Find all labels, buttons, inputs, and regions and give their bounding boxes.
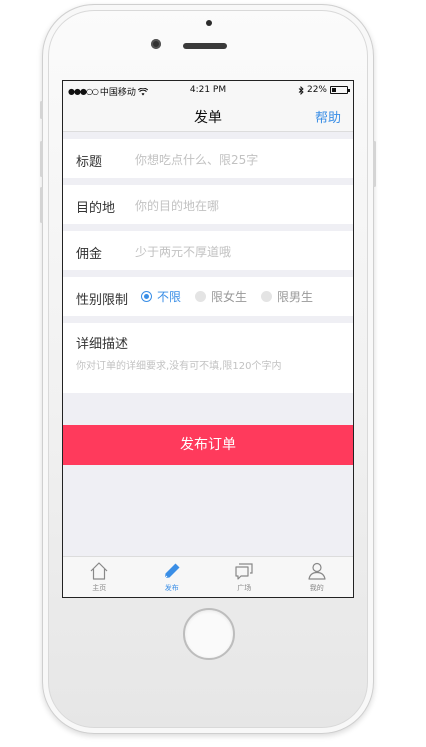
description-label: 详细描述 bbox=[76, 337, 129, 352]
fee-label: 佣金 bbox=[76, 247, 103, 262]
volume-down-button bbox=[40, 187, 43, 223]
user-icon bbox=[308, 562, 326, 580]
page-title: 发单 bbox=[194, 110, 222, 126]
title-label: 标题 bbox=[76, 155, 103, 170]
fee-input[interactable]: 少于两元不厚道哦 bbox=[135, 243, 231, 260]
gender-field: 性别限制 不限 限女生 限男生 bbox=[63, 277, 353, 316]
earpiece-speaker bbox=[183, 43, 227, 49]
radio-unselected-icon bbox=[261, 291, 273, 302]
description-input[interactable]: 你对订单的详细要求,没有可不填,限120个字内 bbox=[76, 357, 281, 372]
front-camera bbox=[151, 39, 161, 49]
radio-selected-icon bbox=[141, 291, 152, 302]
tab-publish[interactable]: 发布 bbox=[136, 557, 209, 597]
fee-field[interactable]: 佣金 少于两元不厚道哦 bbox=[63, 231, 353, 270]
description-field[interactable]: 详细描述 你对订单的详细要求,没有可不填,限120个字内 bbox=[63, 323, 353, 393]
battery-icon bbox=[330, 86, 350, 94]
destination-label: 目的地 bbox=[76, 201, 116, 216]
submit-order-button[interactable]: 发布订单 bbox=[63, 425, 353, 465]
battery-percent: 22% bbox=[306, 85, 327, 95]
tab-mine[interactable]: 我的 bbox=[281, 557, 354, 597]
help-button[interactable]: 帮助 bbox=[315, 107, 341, 126]
gender-option-label: 不限 bbox=[157, 290, 182, 304]
tab-home[interactable]: 主页 bbox=[63, 557, 136, 597]
gender-option-label: 限男生 bbox=[277, 290, 314, 304]
destination-field[interactable]: 目的地 你的目的地在哪 bbox=[63, 185, 353, 224]
radio-unselected-icon bbox=[195, 291, 207, 302]
home-icon bbox=[90, 562, 108, 580]
gender-option-any[interactable]: 不限 bbox=[141, 288, 181, 305]
nav-bar: 发单 帮助 bbox=[63, 99, 353, 132]
tab-label: 发布 bbox=[164, 584, 179, 592]
title-field[interactable]: 标题 你想吃点什么、限25字 bbox=[63, 139, 353, 178]
gender-radio-group: 不限 限女生 限男生 bbox=[141, 288, 313, 305]
title-input[interactable]: 你想吃点什么、限25字 bbox=[135, 151, 258, 168]
gender-label: 性别限制 bbox=[76, 293, 129, 308]
destination-input[interactable]: 你的目的地在哪 bbox=[135, 197, 219, 214]
battery-level bbox=[332, 88, 336, 92]
tab-square[interactable]: 广场 bbox=[208, 557, 281, 597]
tab-label: 主页 bbox=[92, 584, 107, 592]
tab-label: 广场 bbox=[237, 584, 252, 592]
power-button bbox=[373, 141, 376, 187]
proximity-sensor bbox=[206, 20, 212, 26]
tab-label: 我的 bbox=[309, 584, 324, 592]
app-screen: ●●●○○ 中国移动 4:21 PM 22% 发单 帮助 标题 你想吃点什么、限… bbox=[62, 80, 354, 598]
volume-up-button bbox=[40, 141, 43, 177]
chat-icon bbox=[235, 563, 253, 580]
status-bar: ●●●○○ 中国移动 4:21 PM 22% bbox=[63, 81, 353, 99]
pencil-icon bbox=[164, 563, 180, 579]
gender-option-label: 限女生 bbox=[211, 290, 248, 304]
tab-bar: 主页 发布 广场 我的 bbox=[63, 556, 353, 597]
gender-option-female[interactable]: 限女生 bbox=[195, 288, 247, 305]
mute-switch bbox=[40, 101, 43, 119]
gender-option-male[interactable]: 限男生 bbox=[261, 288, 313, 305]
home-button[interactable] bbox=[183, 608, 235, 660]
bluetooth-icon bbox=[298, 85, 304, 95]
